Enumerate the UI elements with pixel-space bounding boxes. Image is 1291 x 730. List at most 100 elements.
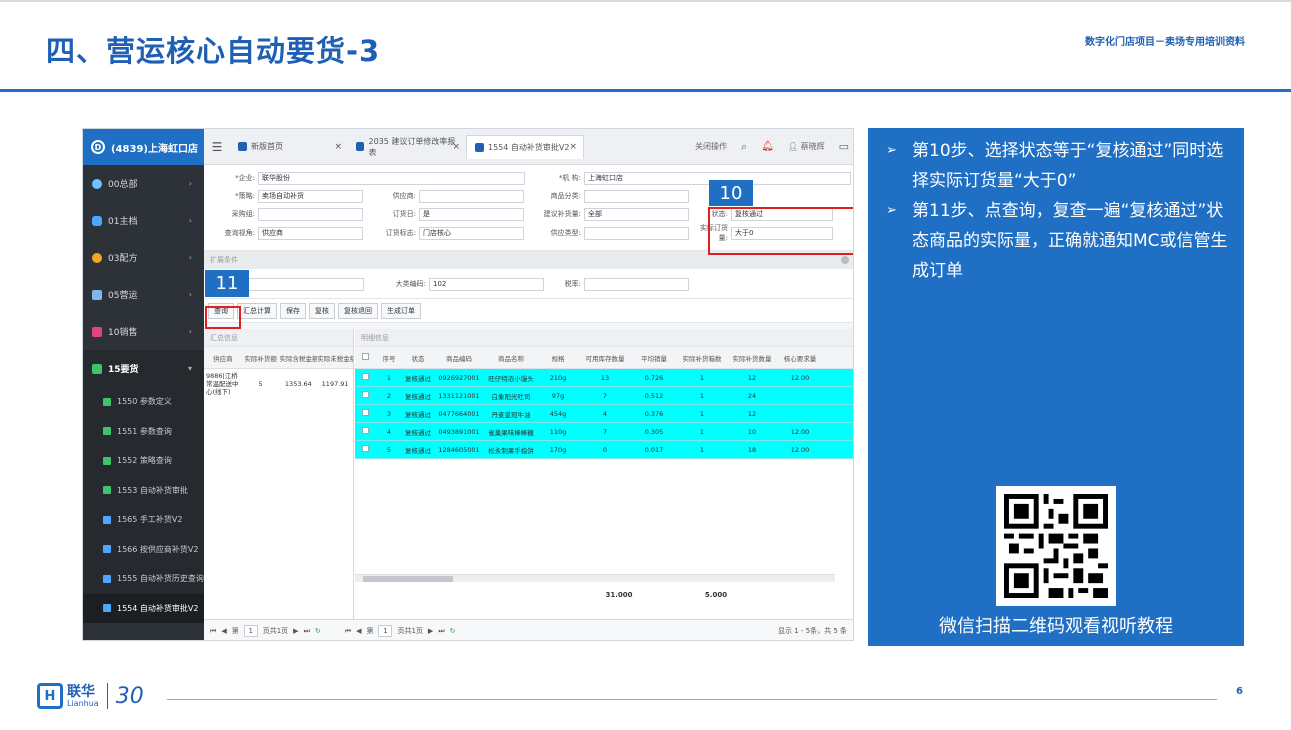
grid-area: 汇总信息 供应商 实际补货额 实际含税金额 实际未税金额 9886|江桥常温配送… [204, 329, 853, 640]
horizontal-scrollbar[interactable] [355, 574, 835, 582]
review-button[interactable]: 复核 [309, 302, 335, 319]
table-cell-spec: 110g [549, 427, 567, 436]
row-checkbox[interactable] [361, 409, 369, 416]
first-page-icon-2[interactable]: ⏮︎ [345, 627, 351, 636]
hamburger-icon[interactable]: ☰ [204, 140, 230, 154]
row-checkbox[interactable] [361, 373, 369, 380]
bell-icon[interactable]: 🔔︎ [761, 141, 774, 152]
sales-icon [92, 326, 102, 337]
table-row[interactable]: 4 复核通过 0493891001 雀巢果味棒棒糖 110g 7 0.305 1 10 12.00 [355, 423, 853, 441]
tax-input[interactable] [584, 277, 689, 291]
close-icon[interactable]: × [334, 142, 342, 152]
monitor-icon [92, 289, 102, 300]
first-page-icon[interactable]: ⏮︎ [210, 627, 216, 636]
last-page-icon[interactable]: ⏭︎ [304, 627, 310, 636]
supptype-field: 供应类型: [530, 226, 689, 240]
summary-title: 汇总信息 [204, 329, 353, 347]
qr-code-icon [1004, 494, 1108, 598]
tab-home[interactable]: 新版首页 × [230, 135, 348, 159]
ordertag-field: 订货标志: 门店核心 [369, 226, 524, 240]
extend-form: 大类编码: 102 税率: [204, 269, 853, 299]
subnav-item-1550[interactable]: 1550 参数定义 [83, 387, 204, 417]
table-cell-spec: 210g [549, 373, 567, 382]
nav-item-master[interactable]: 01主档 › [83, 202, 204, 239]
chevron-right-icon: › [188, 327, 192, 336]
subnav-item-1555[interactable]: 1555 自动补货历史查询 [83, 564, 204, 594]
subnav-item-1565[interactable]: 1565 手工补货V2 [83, 505, 204, 535]
subnav-item-1554[interactable]: 1554 自动补货审批V2 [83, 593, 204, 623]
close-icon[interactable]: × [452, 142, 460, 152]
prev-page-icon-2[interactable]: ◀︎ [356, 627, 361, 635]
table-row[interactable]: 1 复核通过 0926927001 旺仔特浓小馒头 210g 13 0.726 1 12 12.0… [355, 369, 853, 387]
ordertag-select[interactable]: 门店核心 [419, 226, 524, 240]
extend-blank-input[interactable] [234, 277, 364, 291]
last-page-icon-2[interactable]: ⏭︎ [438, 627, 444, 636]
table-cell-boxes: 1 [699, 445, 705, 454]
enterprise-input[interactable]: 联华股份 [258, 171, 525, 185]
summary-calc-button[interactable]: 汇总计算 [237, 302, 277, 319]
row-checkbox[interactable] [361, 427, 369, 434]
monitor-icon[interactable]: ▭ [839, 140, 849, 153]
save-button[interactable]: 保存 [280, 302, 306, 319]
bar-chart-icon [92, 363, 102, 374]
bigcat-input[interactable]: 102 [429, 277, 544, 291]
table-cell-status: 复核通过 [405, 410, 431, 419]
orderday-select[interactable]: 是 [419, 207, 524, 221]
table-cell-avg: 0.726 [644, 373, 664, 382]
nav-item-operations[interactable]: 05营运 › [83, 276, 204, 313]
next-page-icon-2[interactable]: ▶︎ [428, 627, 433, 635]
collapse-icon[interactable] [841, 256, 849, 264]
nav-item-headquarters[interactable]: 00总部 › [83, 165, 204, 202]
chevron-right-icon: › [188, 216, 192, 225]
doc-icon [103, 427, 111, 436]
subnav-item-1552[interactable]: 1552 策略查询 [83, 446, 204, 476]
page-input[interactable]: 1 [243, 625, 258, 637]
instruction-panel: ➢ 第10步、选择状态等于“复核通过”同时选择实际订货量“大于0” ➢ 第11步、点… [868, 128, 1244, 646]
supptype-select[interactable] [584, 226, 689, 240]
generate-order-button[interactable]: 生成订单 [381, 302, 421, 319]
table-row[interactable]: 5 复核通过 1284605001 松永制果手指饼 170g 0 0.017 1 18 12.00 [355, 441, 853, 459]
close-icon[interactable]: × [569, 142, 577, 152]
summary-row[interactable]: 9886|江桥常温配送中心(线下) 5 1353.64 1197.91 [204, 369, 353, 396]
detail-panel: 明细信息 序号 状态 商品编码 商品名称 规格 可用库存数量 平均销量 实际补货… [355, 329, 853, 619]
view-select[interactable]: 供应商 [258, 226, 363, 240]
prev-page-icon[interactable]: ◀︎ [221, 627, 226, 635]
next-page-icon[interactable]: ▶︎ [293, 627, 298, 635]
table-row[interactable]: 3 复核通过 0477664001 丹麦皇冠牛油 454g 4 0.376 1 12 [355, 405, 853, 423]
table-cell-boxes: 1 [699, 391, 705, 400]
search-icon[interactable]: ⌕ [741, 140, 747, 154]
row-checkbox[interactable] [361, 391, 369, 398]
category-input[interactable] [584, 189, 689, 203]
subnav-item-1553[interactable]: 1553 自动补货审批 [83, 475, 204, 505]
toolbar-right: 关闭操作 ⌕ 🔔︎ 👤︎ 蔡晓辉 ▭ [695, 140, 849, 154]
orderday-field: 订货日: 是 [369, 207, 524, 221]
nav-item-replenishment[interactable]: 15要货 ▾ [83, 350, 204, 387]
table-cell-status: 复核通过 [405, 428, 431, 437]
formula-icon [92, 252, 102, 263]
suggest-select[interactable]: 全部 [584, 207, 689, 221]
refresh-icon[interactable]: ↻ [315, 627, 321, 635]
table-cell-code: 0493891001 [438, 427, 480, 436]
table-row[interactable]: 2 复核通过 1331121001 白象阳光吐司 97g 7 0.512 1 24 [355, 387, 853, 405]
anniversary-mark: 30 [115, 683, 144, 709]
database-icon [92, 215, 102, 226]
user-menu[interactable]: 👤︎ 蔡晓辉 [788, 141, 825, 152]
nav-item-formula[interactable]: 03配方 › [83, 239, 204, 276]
strategy-select[interactable]: 卖场自动补货 [258, 189, 363, 203]
nav-item-sales[interactable]: 10销售 › [83, 313, 204, 350]
table-cell-code: 0477664001 [438, 409, 480, 418]
enterprise-field: *企业: 联华股份 [204, 171, 525, 185]
refresh-icon-2[interactable]: ↻ [450, 627, 456, 635]
page-input-2[interactable]: 1 [378, 625, 393, 637]
table-cell-core: 12.00 [790, 427, 810, 436]
row-checkbox[interactable] [361, 445, 369, 452]
tab-1554[interactable]: 1554 自动补货审批V2 × [466, 134, 584, 159]
subnav-item-1551[interactable]: 1551 参数查询 [83, 416, 204, 446]
review-return-button[interactable]: 复核退回 [338, 302, 378, 319]
buyer-input[interactable] [258, 207, 363, 221]
subnav-item-1566[interactable]: 1566 按供应商补货V2 [83, 534, 204, 564]
supplier-input[interactable] [419, 189, 524, 203]
select-all-checkbox[interactable] [361, 353, 369, 360]
tab-2035[interactable]: 2035 建议订单修改率报表 × [348, 135, 466, 159]
close-ops-button[interactable]: 关闭操作 [695, 141, 727, 152]
